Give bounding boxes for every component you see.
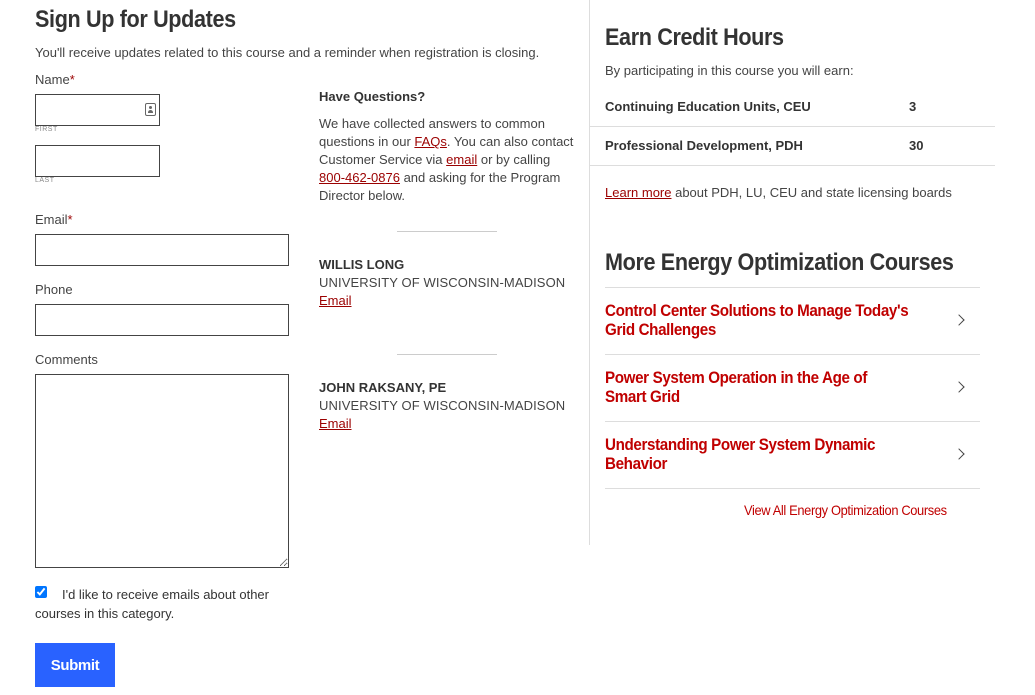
chevron-right-icon (953, 381, 965, 393)
course-link-item[interactable]: Understanding Power System Dynamic Behav… (605, 421, 980, 488)
course-link-item[interactable]: Control Center Solutions to Manage Today… (605, 287, 980, 354)
credit-row: Professional Development, PDH 30 (590, 127, 995, 166)
credit-value: 3 (909, 99, 917, 114)
email-input[interactable] (35, 234, 289, 266)
email-label-text: Email (35, 212, 68, 227)
contact-organization: UNIVERSITY OF WISCONSIN-MADISON (319, 398, 566, 413)
required-mark: * (67, 212, 73, 227)
course-title[interactable]: Control Center Solutions to Manage Today… (605, 302, 909, 340)
credit-note: Learn more about PDH, LU, CEU and state … (605, 185, 952, 200)
questions-text-part: or by calling (477, 152, 551, 167)
divider (397, 354, 497, 355)
signup-title: Sign Up for Updates (35, 6, 236, 33)
credit-hours-title: Earn Credit Hours (605, 24, 784, 51)
phone-label: Phone (35, 282, 73, 297)
customer-service-email-link[interactable]: email (446, 152, 477, 167)
contact-name: JOHN RAKSANY, PE (319, 380, 447, 395)
last-name-input[interactable] (35, 145, 160, 177)
chevron-right-icon (953, 314, 965, 326)
phone-input[interactable] (35, 304, 289, 336)
column-divider (589, 0, 590, 545)
first-name-input[interactable] (35, 94, 160, 126)
contact-card: JOHN RAKSANY, PE UNIVERSITY OF WISCONSIN… (319, 379, 565, 433)
contact-email-link[interactable]: Email (319, 293, 352, 308)
contact-organization: UNIVERSITY OF WISCONSIN-MADISON (319, 275, 566, 290)
credit-row: Continuing Education Units, CEU 3 (590, 88, 995, 127)
first-name-caption: FIRST (35, 126, 58, 133)
divider (397, 231, 497, 232)
contact-name: WILLIS LONG (319, 257, 405, 272)
course-link-item[interactable]: Power System Operation in the Age of Sma… (605, 354, 980, 421)
name-label: Name* (35, 72, 75, 87)
submit-button[interactable]: Submit (35, 643, 115, 687)
course-title[interactable]: Power System Operation in the Age of Sma… (605, 369, 909, 407)
signup-subtitle: You'll receive updates related to this c… (35, 45, 540, 60)
credit-value: 30 (909, 138, 924, 153)
learn-more-link[interactable]: Learn more (605, 185, 671, 200)
customer-service-phone-link[interactable]: 800-462-0876 (319, 170, 400, 185)
questions-heading: Have Questions? (319, 89, 426, 104)
name-label-text: Name (35, 72, 70, 87)
credit-type: Professional Development, PDH (605, 138, 803, 153)
comments-label: Comments (35, 352, 98, 367)
required-mark: * (69, 72, 75, 87)
credit-note-text: about PDH, LU, CEU and state licensing b… (671, 185, 952, 200)
contact-card: WILLIS LONG UNIVERSITY OF WISCONSIN-MADI… (319, 256, 565, 310)
more-courses-title: More Energy Optimization Courses (605, 249, 954, 276)
questions-panel: Have Questions? We have collected answer… (319, 88, 574, 205)
questions-text: We have collected answers to common ques… (319, 115, 574, 205)
email-label: Email* (35, 212, 73, 227)
credit-hours-subtitle: By participating in this course you will… (605, 63, 854, 78)
credit-type: Continuing Education Units, CEU (605, 99, 811, 114)
faqs-link[interactable]: FAQs (414, 134, 447, 149)
comments-textarea[interactable] (35, 374, 289, 568)
divider (605, 488, 980, 489)
last-name-caption: LAST (35, 177, 55, 184)
view-all-courses-link[interactable]: View All Energy Optimization Courses (744, 502, 947, 518)
contact-email-link[interactable]: Email (319, 416, 352, 431)
chevron-right-icon (953, 448, 965, 460)
course-title[interactable]: Understanding Power System Dynamic Behav… (605, 436, 909, 474)
optin-label[interactable]: I'd like to receive emails about other c… (35, 585, 290, 623)
